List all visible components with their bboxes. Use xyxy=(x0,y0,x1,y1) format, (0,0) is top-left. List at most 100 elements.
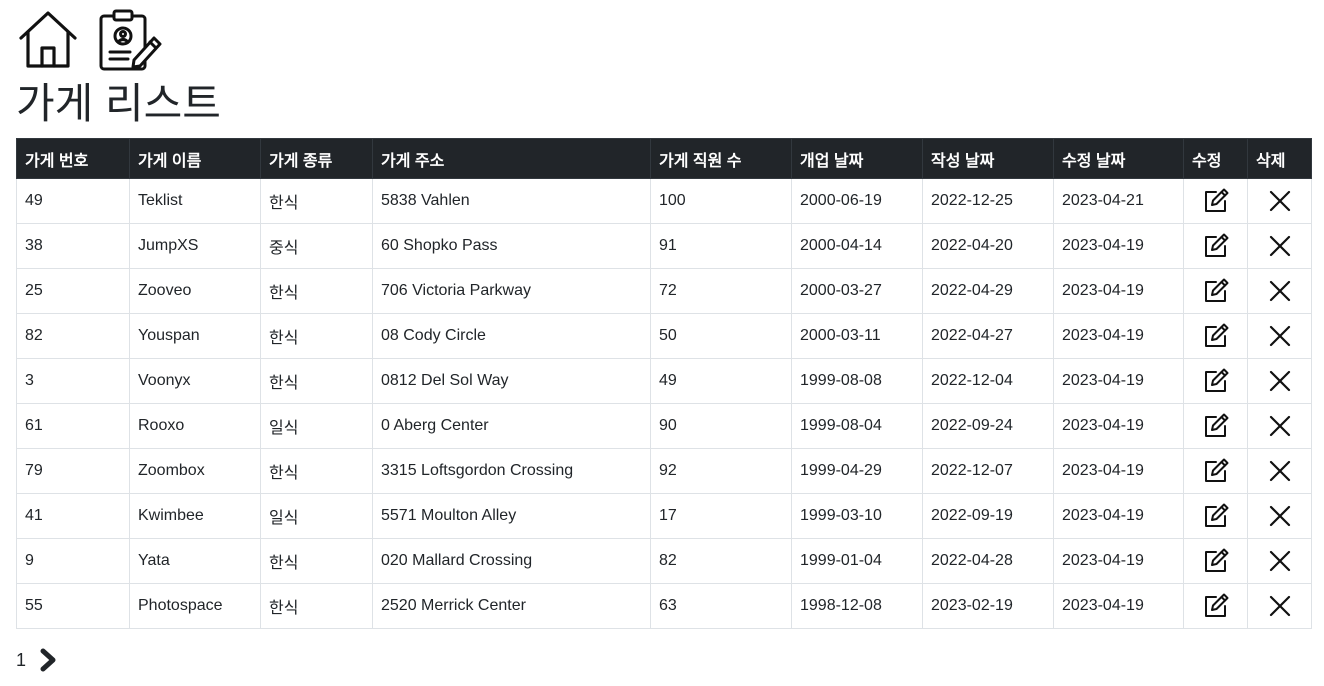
close-icon[interactable] xyxy=(1266,187,1294,215)
cell-delete xyxy=(1247,403,1312,449)
close-icon[interactable] xyxy=(1266,457,1294,485)
cell-staff-count: 49 xyxy=(650,358,792,404)
cell-open-date: 2000-03-11 xyxy=(791,313,923,359)
cell-store-address: 5838 Vahlen xyxy=(372,178,651,224)
edit-icon[interactable] xyxy=(1202,502,1230,530)
cell-created-date: 2022-04-29 xyxy=(922,268,1054,314)
close-icon[interactable] xyxy=(1266,592,1294,620)
cell-staff-count: 92 xyxy=(650,448,792,494)
cell-delete xyxy=(1247,313,1312,359)
close-icon[interactable] xyxy=(1266,367,1294,395)
table-row[interactable]: 55 Photospace 한식 2520 Merrick Center 63 1998-… xyxy=(16,583,1312,629)
close-icon[interactable] xyxy=(1266,277,1294,305)
header-store-id[interactable]: 가게 번호 xyxy=(16,138,130,179)
cell-store-id: 38 xyxy=(16,223,130,269)
page-number[interactable]: 1 xyxy=(16,650,26,671)
cell-staff-count: 91 xyxy=(650,223,792,269)
pagination: 1 xyxy=(16,646,60,674)
chevron-right-icon[interactable] xyxy=(38,646,60,674)
cell-store-address: 5571 Moulton Alley xyxy=(372,493,651,539)
cell-delete xyxy=(1247,358,1312,404)
cell-store-id: 61 xyxy=(16,403,130,449)
cell-modified-date: 2023-04-19 xyxy=(1053,358,1184,404)
cell-store-address: 706 Victoria Parkway xyxy=(372,268,651,314)
edit-icon[interactable] xyxy=(1202,457,1230,485)
cell-store-type: 중식 xyxy=(260,223,373,269)
header-store-address[interactable]: 가게 주소 xyxy=(372,138,651,179)
home-icon[interactable] xyxy=(16,8,80,72)
cell-edit xyxy=(1183,223,1248,269)
cell-open-date: 1999-03-10 xyxy=(791,493,923,539)
header-store-name[interactable]: 가게 이름 xyxy=(129,138,261,179)
cell-store-type: 한식 xyxy=(260,313,373,359)
close-icon[interactable] xyxy=(1266,547,1294,575)
edit-icon[interactable] xyxy=(1202,592,1230,620)
cell-edit xyxy=(1183,403,1248,449)
cell-staff-count: 72 xyxy=(650,268,792,314)
edit-icon[interactable] xyxy=(1202,367,1230,395)
cell-store-name: Youspan xyxy=(129,313,261,359)
cell-store-type: 한식 xyxy=(260,448,373,494)
cell-store-type: 한식 xyxy=(260,178,373,224)
cell-open-date: 2000-03-27 xyxy=(791,268,923,314)
cell-store-name: Rooxo xyxy=(129,403,261,449)
clipboard-edit-icon[interactable] xyxy=(98,8,162,72)
cell-store-id: 25 xyxy=(16,268,130,314)
cell-edit xyxy=(1183,448,1248,494)
edit-icon[interactable] xyxy=(1202,277,1230,305)
cell-store-address: 0 Aberg Center xyxy=(372,403,651,449)
cell-open-date: 2000-06-19 xyxy=(791,178,923,224)
cell-modified-date: 2023-04-19 xyxy=(1053,538,1184,584)
edit-icon[interactable] xyxy=(1202,412,1230,440)
cell-open-date: 1998-12-08 xyxy=(791,583,923,629)
cell-store-address: 60 Shopko Pass xyxy=(372,223,651,269)
header-staff-count[interactable]: 가게 직원 수 xyxy=(650,138,792,179)
cell-delete xyxy=(1247,268,1312,314)
cell-store-name: Zoombox xyxy=(129,448,261,494)
cell-modified-date: 2023-04-19 xyxy=(1053,493,1184,539)
cell-edit xyxy=(1183,538,1248,584)
cell-store-address: 08 Cody Circle xyxy=(372,313,651,359)
table-row[interactable]: 25 Zooveo 한식 706 Victoria Parkway 72 2000-03-… xyxy=(16,268,1312,314)
edit-icon[interactable] xyxy=(1202,322,1230,350)
cell-store-type: 한식 xyxy=(260,583,373,629)
cell-store-name: Zooveo xyxy=(129,268,261,314)
cell-edit xyxy=(1183,583,1248,629)
cell-created-date: 2022-04-20 xyxy=(922,223,1054,269)
table-row[interactable]: 49 Teklist 한식 5838 Vahlen 100 2000-06-19 2022-… xyxy=(16,178,1312,224)
table-row[interactable]: 61 Rooxo 일식 0 Aberg Center 90 1999-08-04 2022-… xyxy=(16,403,1312,449)
cell-modified-date: 2023-04-19 xyxy=(1053,403,1184,449)
cell-created-date: 2022-12-04 xyxy=(922,358,1054,404)
cell-open-date: 1999-08-04 xyxy=(791,403,923,449)
header-open-date[interactable]: 개업 날짜 xyxy=(791,138,923,179)
cell-delete xyxy=(1247,493,1312,539)
close-icon[interactable] xyxy=(1266,322,1294,350)
cell-store-address: 2520 Merrick Center xyxy=(372,583,651,629)
table-row[interactable]: 41 Kwimbee 일식 5571 Moulton Alley 17 1999-03-1… xyxy=(16,493,1312,539)
table-row[interactable]: 9 Yata 한식 020 Mallard Crossing 82 1999-01-04 2… xyxy=(16,538,1312,584)
cell-store-address: 020 Mallard Crossing xyxy=(372,538,651,584)
close-icon[interactable] xyxy=(1266,502,1294,530)
header-created-date[interactable]: 작성 날짜 xyxy=(922,138,1054,179)
table-row[interactable]: 38 JumpXS 중식 60 Shopko Pass 91 2000-04-14 2022… xyxy=(16,223,1312,269)
cell-modified-date: 2023-04-19 xyxy=(1053,268,1184,314)
header-modified-date[interactable]: 수정 날짜 xyxy=(1053,138,1184,179)
table-row[interactable]: 82 Youspan 한식 08 Cody Circle 50 2000-03-11 202… xyxy=(16,313,1312,359)
cell-store-id: 55 xyxy=(16,583,130,629)
edit-icon[interactable] xyxy=(1202,187,1230,215)
cell-store-id: 82 xyxy=(16,313,130,359)
cell-store-id: 9 xyxy=(16,538,130,584)
table-row[interactable]: 3 Voonyx 한식 0812 Del Sol Way 49 1999-08-08 202… xyxy=(16,358,1312,404)
table-row[interactable]: 79 Zoombox 한식 3315 Loftsgordon Crossing 92 19… xyxy=(16,448,1312,494)
edit-icon[interactable] xyxy=(1202,232,1230,260)
cell-delete xyxy=(1247,538,1312,584)
close-icon[interactable] xyxy=(1266,412,1294,440)
cell-created-date: 2022-12-07 xyxy=(922,448,1054,494)
edit-icon[interactable] xyxy=(1202,547,1230,575)
cell-store-address: 0812 Del Sol Way xyxy=(372,358,651,404)
cell-delete xyxy=(1247,448,1312,494)
cell-created-date: 2022-04-28 xyxy=(922,538,1054,584)
header-store-type[interactable]: 가게 종류 xyxy=(260,138,373,179)
close-icon[interactable] xyxy=(1266,232,1294,260)
cell-delete xyxy=(1247,178,1312,224)
